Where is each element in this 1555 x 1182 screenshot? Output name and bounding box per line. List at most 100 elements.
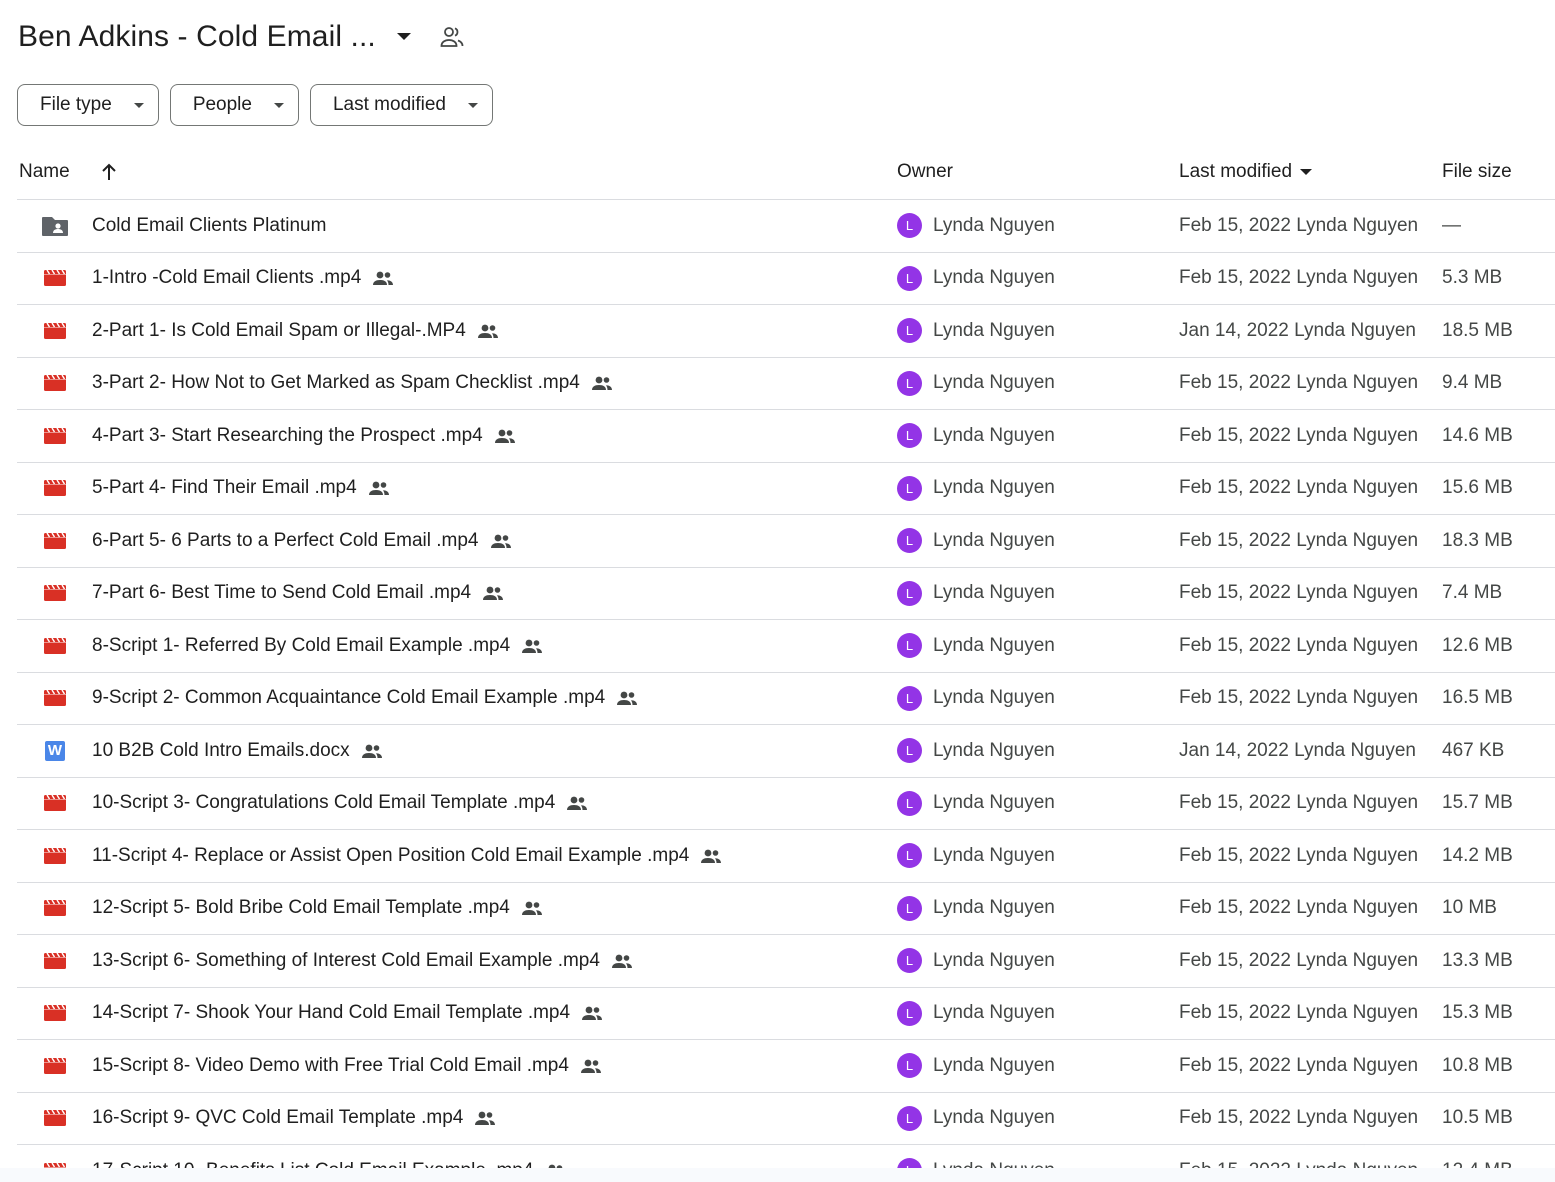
table-row[interactable]: 5-Part 4- Find Their Email .mp4 L Lynda Ng… — [17, 463, 1555, 515]
file-name[interactable]: 3-Part 2- How Not to Get Marked as Spam … — [92, 372, 580, 394]
shared-people-icon — [494, 429, 516, 443]
file-name-cell[interactable]: 11-Script 4- Replace or Assist Open Posi… — [92, 830, 722, 882]
file-name-cell[interactable]: 1-Intro -Cold Email Clients .mp4 — [92, 253, 394, 305]
file-size: 15.6 MB — [1442, 477, 1513, 499]
table-row[interactable]: 10-Script 3- Congratulations Cold Email … — [17, 778, 1555, 830]
file-name-cell[interactable]: 8-Script 1- Referred By Cold Email Examp… — [92, 620, 543, 672]
chevron-down-icon[interactable] — [392, 25, 416, 49]
file-name-cell[interactable]: 5-Part 4- Find Their Email .mp4 — [92, 463, 390, 515]
file-name-cell[interactable]: 16-Script 9- QVC Cold Email Template .mp… — [92, 1093, 496, 1145]
file-name-cell[interactable]: 10 B2B Cold Intro Emails.docx — [92, 725, 383, 777]
video-file-icon — [41, 1040, 69, 1092]
file-size: 18.5 MB — [1442, 319, 1513, 341]
file-name[interactable]: 7-Part 6- Best Time to Send Cold Email .… — [92, 582, 471, 604]
file-name[interactable]: 8-Script 1- Referred By Cold Email Examp… — [92, 635, 510, 657]
file-name-cell[interactable]: 14-Script 7- Shook Your Hand Cold Email … — [92, 988, 603, 1040]
file-name-cell[interactable]: 2-Part 1- Is Cold Email Spam or Illegal-… — [92, 305, 499, 357]
table-row[interactable]: 2-Part 1- Is Cold Email Spam or Illegal-… — [17, 305, 1555, 358]
file-name[interactable]: 1-Intro -Cold Email Clients .mp4 — [92, 267, 361, 289]
table-row[interactable]: 3-Part 2- How Not to Get Marked as Spam … — [17, 358, 1555, 410]
shared-people-icon — [611, 954, 633, 968]
dropdown-caret-icon — [273, 102, 284, 108]
table-row[interactable]: 12-Script 5- Bold Bribe Cold Email Templ… — [17, 883, 1555, 935]
table-row[interactable]: 11-Script 4- Replace or Assist Open Posi… — [17, 830, 1555, 883]
file-name[interactable]: 9-Script 2- Common Acquaintance Cold Ema… — [92, 687, 605, 709]
file-name-cell[interactable]: 10-Script 3- Congratulations Cold Email … — [92, 778, 588, 830]
shared-people-icon — [368, 481, 390, 496]
table-row[interactable]: 4-Part 3- Start Researching the Prospect… — [17, 410, 1555, 463]
last-modified: Feb 15, 2022 Lynda Nguyen — [1179, 897, 1419, 919]
file-name-cell[interactable]: 6-Part 5- 6 Parts to a Perfect Cold Emai… — [92, 515, 512, 567]
file-size: 7.4 MB — [1442, 582, 1503, 604]
sort-caret-down-icon[interactable] — [1300, 168, 1313, 176]
filter-label: People — [192, 94, 252, 115]
table-row[interactable]: Cold Email Clients Platinum L Lynda Nguyen… — [17, 200, 1555, 253]
file-name-cell[interactable]: Cold Email Clients Platinum — [92, 200, 326, 252]
table-row[interactable]: 15-Script 8- Video Demo with Free Trial … — [17, 1040, 1555, 1093]
video-file-icon — [41, 1093, 69, 1145]
column-header-name[interactable]: Name — [19, 161, 118, 183]
file-name[interactable]: 4-Part 3- Start Researching the Prospect… — [92, 425, 483, 447]
owner-name: Lynda Nguyen — [933, 319, 1055, 341]
shared-people-icon — [616, 691, 638, 706]
file-name[interactable]: 12-Script 5- Bold Bribe Cold Email Templ… — [92, 897, 510, 919]
video-file-icon — [41, 778, 69, 830]
file-name[interactable]: 16-Script 9- QVC Cold Email Template .mp… — [92, 1107, 463, 1129]
file-name[interactable]: 10 B2B Cold Intro Emails.docx — [92, 740, 350, 762]
file-name-cell[interactable]: 3-Part 2- How Not to Get Marked as Spam … — [92, 358, 613, 410]
table-row[interactable]: 1-Intro -Cold Email Clients .mp4 L Lynda N… — [17, 253, 1555, 305]
last-modified: Feb 15, 2022 Lynda Nguyen — [1179, 844, 1419, 866]
file-name-cell[interactable]: 7-Part 6- Best Time to Send Cold Email .… — [92, 568, 504, 620]
table-row[interactable]: 9-Script 2- Common Acquaintance Cold Ema… — [17, 673, 1555, 725]
file-name[interactable]: 10-Script 3- Congratulations Cold Email … — [92, 792, 555, 814]
last-modified: Feb 15, 2022 Lynda Nguyen — [1179, 1002, 1419, 1024]
owner-name: Lynda Nguyen — [933, 949, 1055, 971]
table-body: Cold Email Clients Platinum L Lynda Nguyen… — [17, 200, 1555, 1182]
file-name[interactable]: 15-Script 8- Video Demo with Free Trial … — [92, 1055, 569, 1077]
column-header-owner[interactable]: Owner — [897, 161, 953, 183]
file-name[interactable]: 6-Part 5- 6 Parts to a Perfect Cold Emai… — [92, 530, 479, 552]
last-modified: Jan 14, 2022 Lynda Nguyen — [1179, 319, 1416, 341]
avatar: L — [897, 528, 922, 554]
file-size: 467 KB — [1442, 739, 1505, 761]
filter-last-modified-button[interactable]: Last modified — [309, 84, 493, 126]
file-size: 12.6 MB — [1442, 634, 1513, 656]
table-row[interactable]: 7-Part 6- Best Time to Send Cold Email .… — [17, 568, 1555, 620]
avatar: L — [897, 265, 922, 291]
shared-folder-icon[interactable] — [438, 23, 466, 51]
file-name-cell[interactable]: 15-Script 8- Video Demo with Free Trial … — [92, 1040, 602, 1092]
video-file-icon — [41, 673, 69, 725]
avatar: L — [897, 370, 922, 396]
table-row[interactable]: 16-Script 9- QVC Cold Email Template .mp… — [17, 1093, 1555, 1145]
avatar: L — [897, 843, 922, 869]
file-name-cell[interactable]: 4-Part 3- Start Researching the Prospect… — [92, 410, 516, 462]
file-size: 10.5 MB — [1442, 1107, 1513, 1129]
file-name-cell[interactable]: 9-Script 2- Common Acquaintance Cold Ema… — [92, 673, 638, 725]
last-modified: Feb 15, 2022 Lynda Nguyen — [1179, 949, 1419, 971]
file-name[interactable]: 5-Part 4- Find Their Email .mp4 — [92, 477, 357, 499]
file-name[interactable]: Cold Email Clients Platinum — [92, 215, 326, 237]
table-row[interactable]: 8-Script 1- Referred By Cold Email Examp… — [17, 620, 1555, 673]
filter-file-type-button[interactable]: File type — [17, 84, 159, 126]
column-header-file-size[interactable]: File size — [1442, 161, 1512, 183]
folder-title[interactable]: Ben Adkins - Cold Email ... — [18, 20, 376, 54]
file-name[interactable]: 14-Script 7- Shook Your Hand Cold Email … — [92, 1002, 570, 1024]
file-name[interactable]: 13-Script 6- Something of Interest Cold … — [92, 950, 600, 972]
table-row[interactable]: 6-Part 5- 6 Parts to a Perfect Cold Emai… — [17, 515, 1555, 568]
file-name-cell[interactable]: 13-Script 6- Something of Interest Cold … — [92, 935, 633, 987]
table-row[interactable]: 14-Script 7- Shook Your Hand Cold Email … — [17, 988, 1555, 1040]
shared-people-icon — [474, 1111, 496, 1126]
avatar: L — [897, 895, 922, 921]
owner-name: Lynda Nguyen — [933, 424, 1055, 446]
sort-arrow-up-icon[interactable] — [100, 163, 118, 181]
table-header: Name Owner Last modified File size — [17, 148, 1555, 200]
table-row[interactable]: 13-Script 6- Something of Interest Cold … — [17, 935, 1555, 988]
filter-people-button[interactable]: People — [169, 84, 299, 126]
column-header-last-modified[interactable]: Last modified — [1179, 161, 1313, 183]
last-modified: Feb 15, 2022 Lynda Nguyen — [1179, 372, 1419, 394]
file-name-cell[interactable]: 12-Script 5- Bold Bribe Cold Email Templ… — [92, 883, 543, 935]
file-name[interactable]: 11-Script 4- Replace or Assist Open Posi… — [92, 845, 689, 867]
file-name[interactable]: 2-Part 1- Is Cold Email Spam or Illegal-… — [92, 320, 466, 342]
owner-cell: L Lynda Nguyen — [897, 463, 1055, 515]
table-row[interactable]: W 10 B2B Cold Intro Emails.docx L Lynda Ngu… — [17, 725, 1555, 778]
